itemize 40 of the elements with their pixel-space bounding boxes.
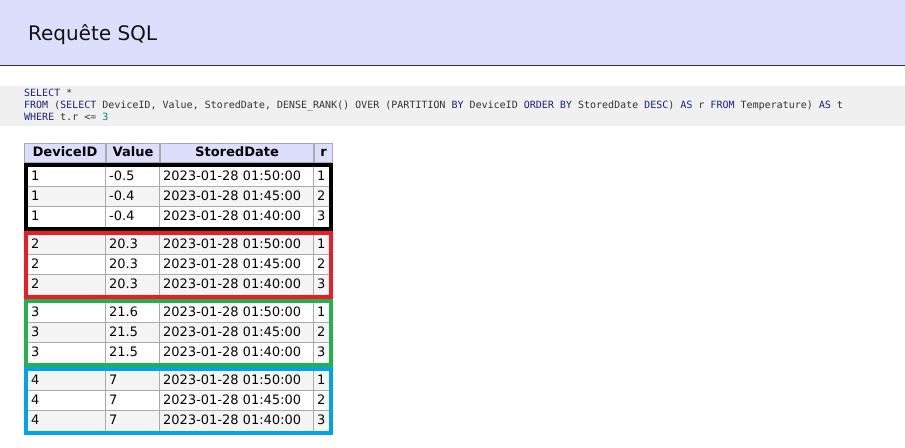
- table-cell: 1: [28, 187, 106, 207]
- table-cell: 2023-01-28 01:40:00: [160, 343, 314, 363]
- table-cell: 2023-01-28 01:50:00: [160, 371, 314, 391]
- table-cell: 20.3: [106, 275, 160, 295]
- page-title: Requête SQL: [28, 20, 158, 44]
- table-cell: 1: [314, 235, 329, 255]
- column-header: r: [314, 143, 333, 163]
- sql-line: FROM (SELECT DeviceID, Value, StoredDate, DENSE_RANK() OVER (PARTITION BY DeviceID ORDER BY StoredDate DESC) AS r FROM Temperature) AS t: [24, 100, 844, 112]
- table-cell: 2023-01-28 01:50:00: [160, 235, 314, 255]
- table-cell: 2: [28, 275, 106, 295]
- table-cell: 3: [28, 343, 106, 363]
- table-cell: 4: [28, 411, 106, 431]
- table-cell-text: 3: [316, 208, 326, 226]
- table-cell: 2023-01-28 01:40:00: [160, 275, 314, 295]
- table-cell-text: 3: [316, 412, 326, 430]
- column-header: DeviceID: [24, 143, 106, 163]
- table-cell: 7: [106, 371, 160, 391]
- table-cell: 2023-01-28 01:45:00: [160, 323, 314, 343]
- table-cell: 2023-01-28 01:40:00: [160, 207, 314, 227]
- table-cell: 20.3: [106, 235, 160, 255]
- table-cell: 4: [28, 371, 106, 391]
- table-cell: 21.5: [106, 343, 160, 363]
- table-cell: 1: [28, 207, 106, 227]
- table-cell-text: 3: [316, 344, 326, 362]
- table-cell: -0.4: [106, 207, 160, 227]
- table-cell: 1: [314, 371, 329, 391]
- table-cell: 2: [28, 235, 106, 255]
- table-cell-text: 3: [316, 276, 326, 294]
- column-header: StoredDate: [160, 143, 314, 163]
- table-cell: 21.5: [106, 323, 160, 343]
- sql-line: SELECT *: [24, 88, 74, 100]
- table-cell: 7: [106, 411, 160, 431]
- table-cell: 2: [314, 187, 329, 207]
- table-cell: 2: [314, 323, 329, 343]
- table-cell: 2023-01-28 01:45:00: [160, 187, 314, 207]
- table-cell: 2023-01-28 01:40:00: [160, 411, 314, 431]
- table-cell: 3: [28, 323, 106, 343]
- sql-line: WHERE t.r <= 3: [24, 112, 110, 124]
- column-header: Value: [106, 143, 160, 163]
- table-cell: -0.4: [106, 187, 160, 207]
